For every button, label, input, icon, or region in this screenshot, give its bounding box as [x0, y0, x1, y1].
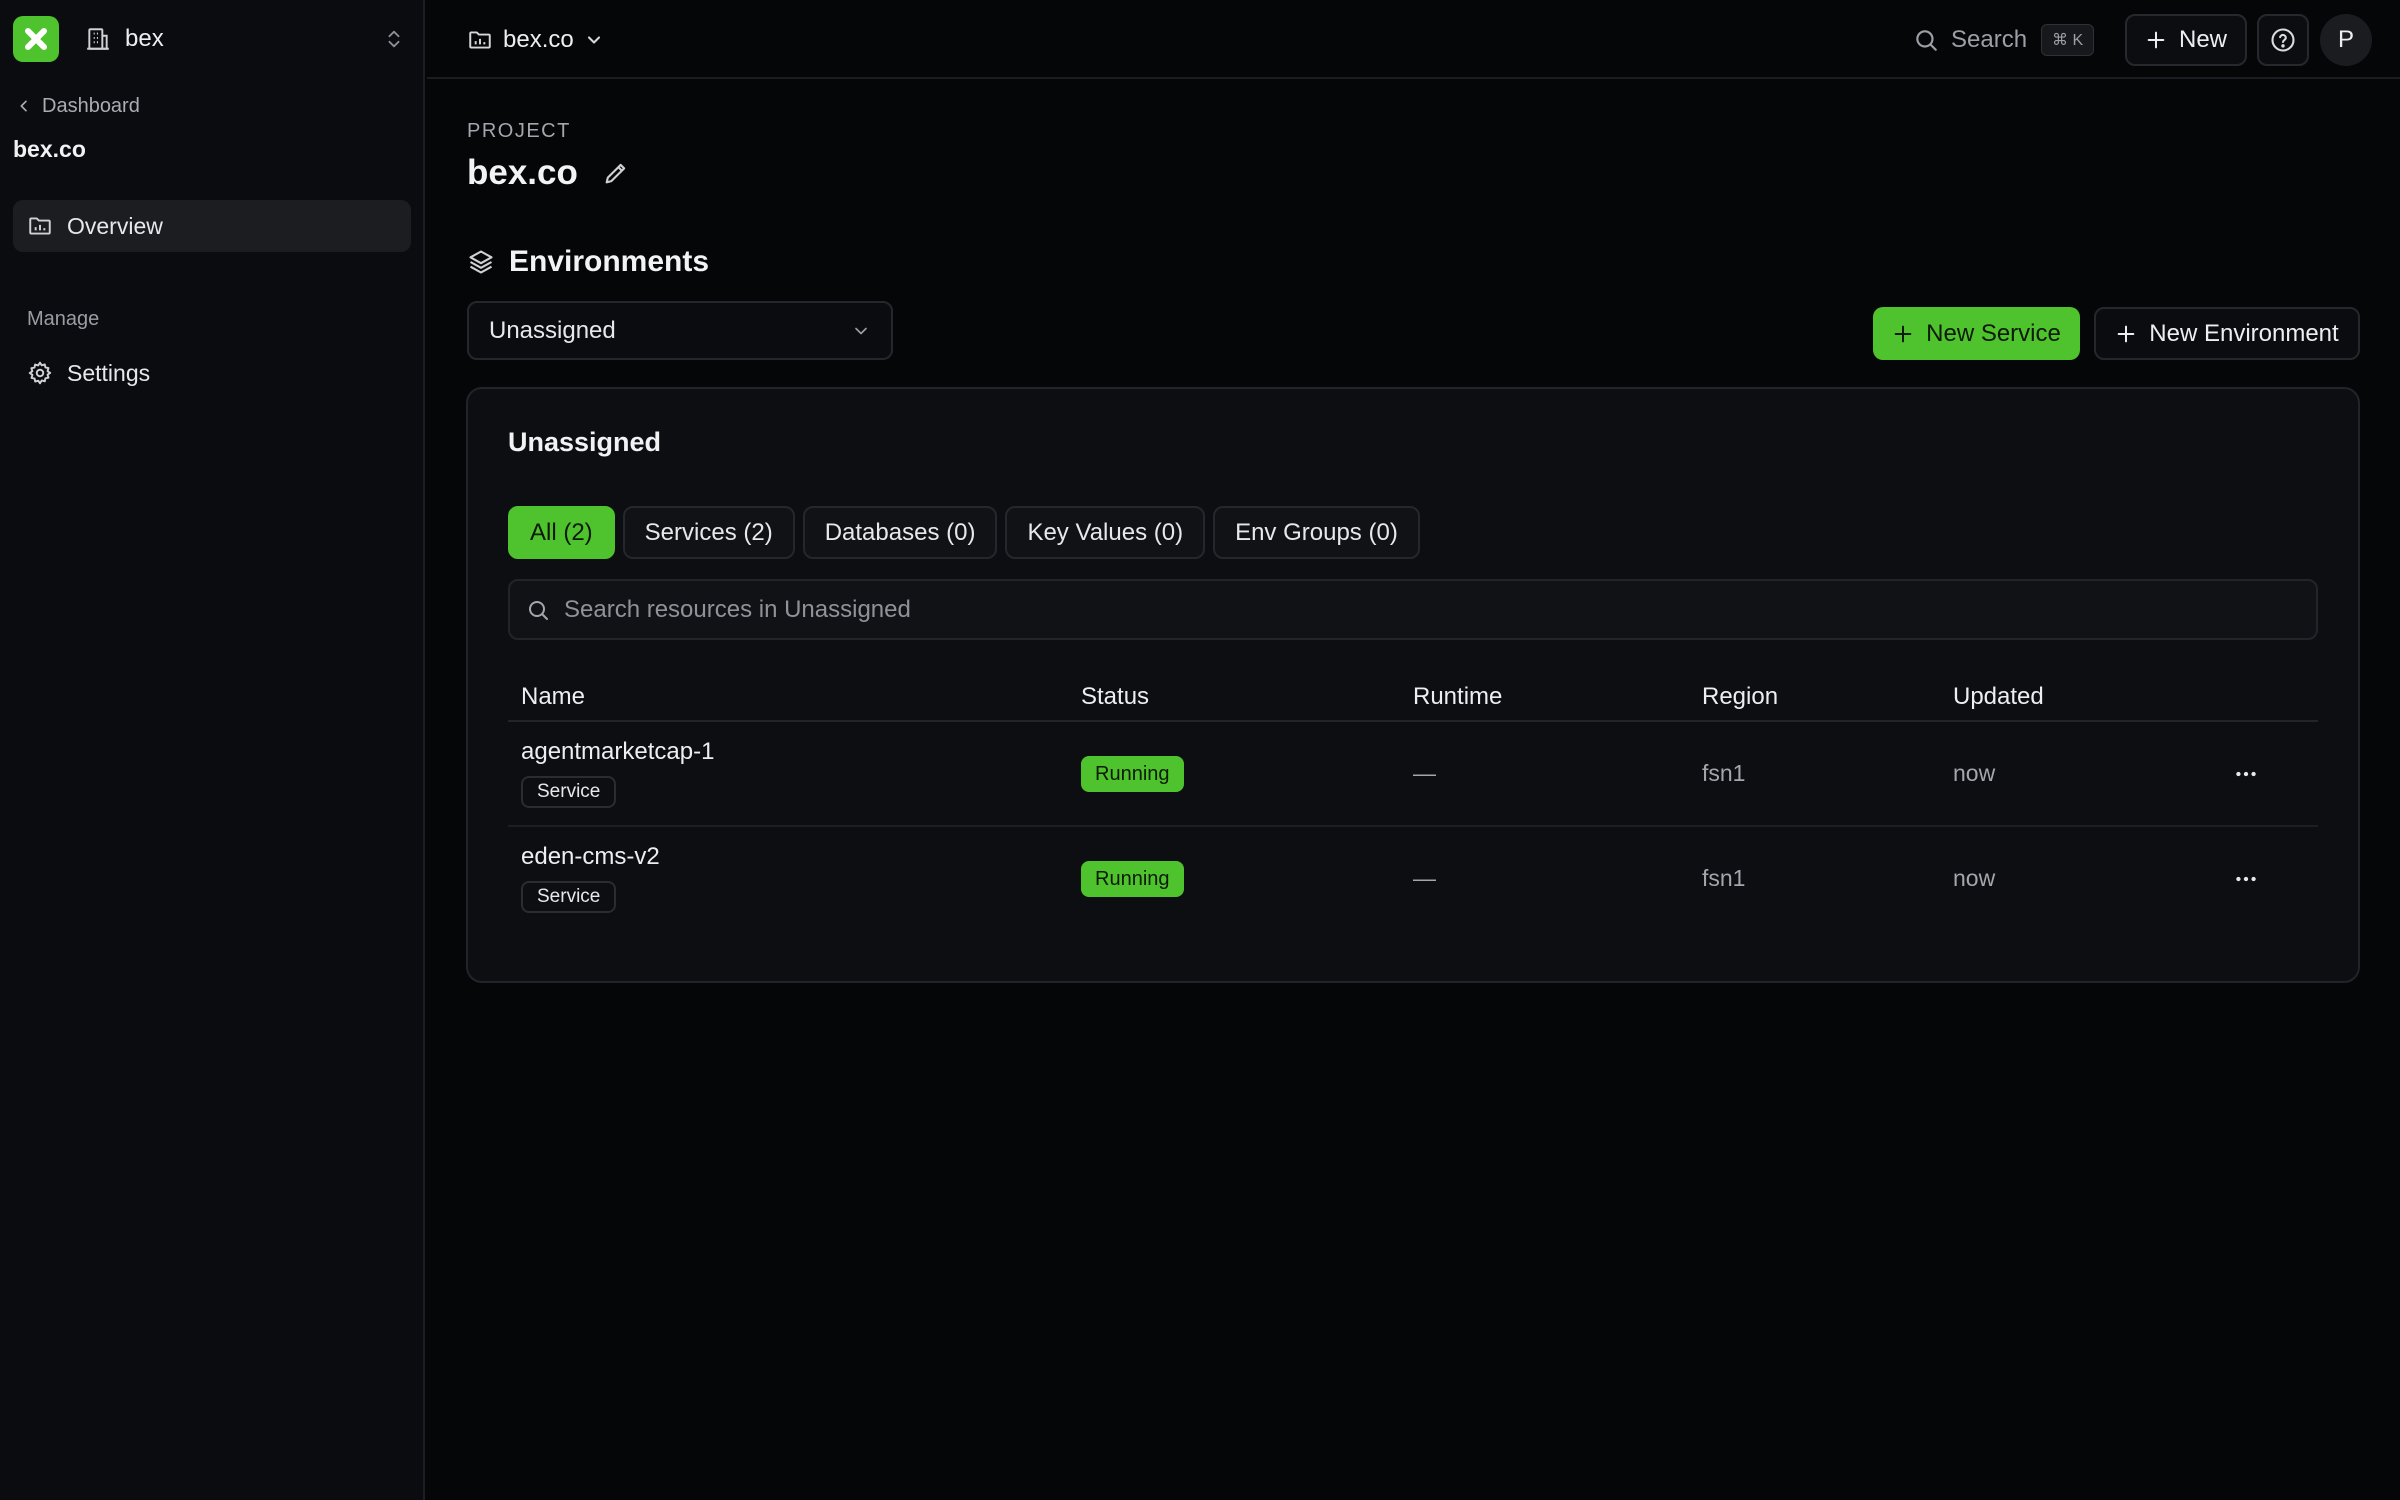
search-shortcut-badge: ⌘ K: [2041, 24, 2095, 56]
folder-chart-icon: [469, 31, 491, 49]
search-label: Search: [1951, 26, 2028, 53]
avatar[interactable]: P: [2320, 14, 2372, 66]
tab-databases[interactable]: Databases (0): [802, 506, 998, 559]
environment-select-value: Unassigned: [489, 316, 616, 344]
sidebar-project-name: bex.co: [13, 136, 86, 162]
help-button[interactable]: [2257, 14, 2309, 66]
new-service-label: New Service: [1926, 319, 2061, 347]
more-actions-button[interactable]: [2228, 756, 2264, 792]
sidebar-item-settings[interactable]: Settings: [13, 347, 411, 399]
plus-icon: [2147, 31, 2165, 49]
building-icon: [85, 26, 111, 52]
sidebar-item-overview[interactable]: Overview: [13, 200, 411, 252]
resource-name[interactable]: eden-cms-v2: [521, 843, 660, 871]
table-header: Name Status Runtime Region Updated: [508, 669, 2318, 722]
more-actions-button[interactable]: [2228, 861, 2264, 897]
new-service-button[interactable]: New Service: [1873, 307, 2080, 360]
resource-search: [508, 579, 2318, 640]
pencil-icon[interactable]: [602, 159, 630, 187]
resource-search-input[interactable]: [564, 595, 2316, 624]
ellipsis-icon: [2236, 876, 2256, 882]
new-environment-button[interactable]: New Environment: [2094, 307, 2360, 360]
sidebar-item-label: Overview: [67, 212, 163, 239]
region-value: fsn1: [1702, 865, 1746, 891]
back-to-dashboard-link[interactable]: Dashboard: [16, 92, 140, 120]
tab-all[interactable]: All (2): [508, 506, 615, 559]
updated-value: now: [1953, 865, 1996, 891]
plus-icon: [1894, 325, 1912, 342]
workspace-switcher[interactable]: bex: [13, 16, 405, 62]
search-icon: [1916, 30, 1937, 51]
table-row[interactable]: eden-cms-v2 Service Running — fsn1 now: [508, 827, 2318, 932]
resource-name[interactable]: agentmarketcap-1: [521, 738, 714, 766]
runtime-value: —: [1413, 760, 1436, 786]
topbar: bex.co Search ⌘ K New P: [427, 0, 2400, 79]
column-header-runtime[interactable]: Runtime: [1413, 683, 1502, 711]
section-label-manage: Manage: [27, 308, 100, 330]
column-header-status[interactable]: Status: [1081, 683, 1149, 711]
new-button-label: New: [2178, 26, 2227, 53]
updated-value: now: [1953, 760, 1996, 786]
page-title: bex.co: [467, 150, 630, 196]
environment-select[interactable]: Unassigned: [467, 301, 893, 360]
chevrons-updown-icon: [383, 28, 405, 50]
chevron-left-icon: [20, 100, 27, 112]
page-eyebrow: PROJECT: [467, 120, 571, 142]
resources-table: Name Status Runtime Region Updated agent…: [508, 669, 2318, 932]
environment-card: Unassigned All (2) Services (2) Database…: [466, 387, 2360, 983]
column-header-updated[interactable]: Updated: [1953, 683, 2044, 711]
brand-logo-icon[interactable]: [13, 16, 59, 62]
search-icon: [529, 600, 548, 620]
new-environment-label: New Environment: [2149, 319, 2339, 347]
tab-env-groups[interactable]: Env Groups (0): [1213, 506, 1420, 559]
folder-chart-icon: [29, 217, 51, 235]
status-badge: Running: [1081, 861, 1184, 897]
page-title-text: bex.co: [467, 153, 578, 192]
back-link-label: Dashboard: [42, 94, 140, 117]
environments-heading-text: Environments: [509, 245, 710, 278]
status-badge: Running: [1081, 756, 1184, 792]
column-header-region[interactable]: Region: [1702, 683, 1778, 711]
tab-services[interactable]: Services (2): [622, 506, 795, 559]
help-circle-icon: [2271, 28, 2295, 52]
sidebar-item-label: Settings: [67, 359, 151, 386]
layers-icon: [469, 250, 493, 274]
breadcrumb-label: bex.co: [503, 26, 574, 53]
ellipsis-icon: [2236, 771, 2256, 777]
resource-type-badge: Service: [521, 881, 617, 913]
plus-icon: [2117, 325, 2135, 342]
workspace-name: bex: [125, 25, 164, 52]
tab-key-values[interactable]: Key Values (0): [1005, 506, 1206, 559]
card-title: Unassigned: [508, 427, 662, 457]
chevron-down-icon: [855, 327, 867, 334]
environments-heading: Environments: [467, 243, 709, 281]
region-value: fsn1: [1702, 760, 1746, 786]
global-search-button[interactable]: Search ⌘ K: [1913, 20, 2095, 60]
resource-type-badge: Service: [521, 776, 617, 808]
sidebar: bex Dashboard bex.co Overview Manage Set…: [0, 0, 425, 1500]
column-header-name[interactable]: Name: [521, 683, 585, 711]
project-breadcrumb[interactable]: bex.co: [467, 22, 604, 58]
table-row[interactable]: agentmarketcap-1 Service Running — fsn1 …: [508, 722, 2318, 827]
new-button[interactable]: New: [2125, 14, 2247, 66]
resource-filter-tabs: All (2) Services (2) Databases (0) Key V…: [508, 506, 1428, 559]
gear-icon: [28, 361, 52, 385]
runtime-value: —: [1413, 865, 1436, 891]
chevron-down-icon: [587, 36, 600, 44]
